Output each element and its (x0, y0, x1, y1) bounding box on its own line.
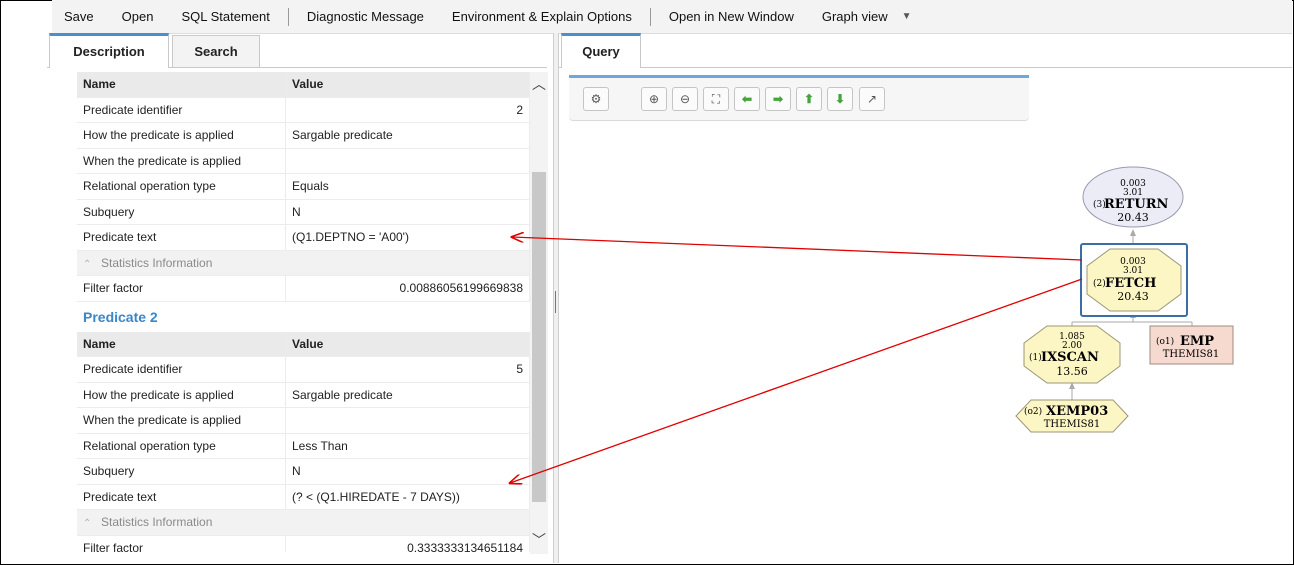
ixscan-label: IXSCAN (1041, 350, 1099, 365)
ixscan-total: 13.56 (1056, 365, 1088, 378)
xemp03-number: (o2) (1024, 406, 1042, 417)
return-total: 20.43 (1117, 211, 1149, 224)
fetch-label: FETCH (1105, 276, 1156, 291)
ixscan-node[interactable]: 1.085 2.00 (1) IXSCAN 13.56 (1023, 325, 1121, 384)
annotation-arrow-predicate-1 (512, 237, 1083, 261)
edge-arrowhead (1130, 229, 1136, 236)
xemp03-label: XEMP03 (1046, 404, 1108, 419)
fetch-cost2: 3.01 (1123, 266, 1143, 276)
emp-number: (o1) (1156, 336, 1174, 347)
fetch-node[interactable]: 0.003 3.01 (2) FETCH 20.43 (1080, 243, 1188, 317)
emp-table-node[interactable]: (o1) EMP THEMIS81 (1149, 325, 1234, 365)
annotation-arrow-predicate-2 (510, 278, 1083, 483)
fetch-number: (2) (1093, 278, 1106, 289)
ixscan-number: (1) (1029, 352, 1042, 363)
xemp03-schema: THEMIS81 (1044, 419, 1100, 430)
xemp03-index-node[interactable]: (o2) XEMP03 THEMIS81 (1015, 399, 1129, 433)
emp-schema: THEMIS81 (1163, 349, 1219, 360)
emp-label: EMP (1180, 334, 1214, 349)
fetch-total: 20.43 (1117, 290, 1149, 303)
return-node[interactable]: 0.003 3.01 (3) RETURN 20.43 (1082, 166, 1184, 228)
access-plan-graph: 0.003 3.01 (3) RETURN 20.43 0.003 3.01 (… (0, 166, 1234, 565)
return-label: RETURN (1104, 197, 1169, 212)
